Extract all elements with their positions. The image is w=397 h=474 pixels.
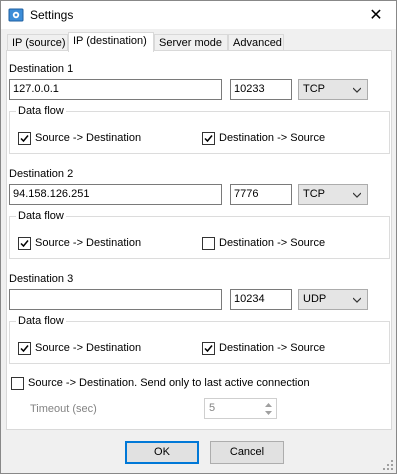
checkmark-icon	[20, 345, 29, 353]
tab-panel-ip-destination: Destination 1 127.0.0.1 10233 TCP Data f…	[6, 50, 392, 430]
timeout-label: Timeout (sec)	[30, 403, 97, 415]
protocol-value: TCP	[303, 188, 325, 200]
checkmark-icon	[20, 135, 29, 143]
last-active-connection-label: Source -> Destination. Send only to last…	[28, 377, 310, 389]
cancel-button[interactable]: Cancel	[210, 441, 284, 464]
destination-3-label: Destination 3	[9, 273, 74, 285]
resize-grip-icon[interactable]	[382, 459, 394, 471]
destination-3-protocol-select[interactable]: UDP	[298, 289, 368, 310]
protocol-value: UDP	[303, 293, 327, 305]
chevron-down-icon	[353, 297, 361, 303]
timeout-value: 5	[209, 402, 216, 414]
tab-label: IP (destination)	[73, 35, 147, 47]
dst-to-src-label: Destination -> Source	[219, 237, 326, 249]
destination-1-port-input[interactable]: 10233	[230, 79, 292, 100]
destination-1-address-input[interactable]: 127.0.0.1	[9, 79, 222, 100]
protocol-value: TCP	[303, 83, 325, 95]
destination-2-dst-to-src-checkbox[interactable]	[202, 237, 215, 250]
data-flow-legend: Data flow	[16, 315, 66, 327]
destination-2-protocol-select[interactable]: TCP	[298, 184, 368, 205]
dst-to-src-label: Destination -> Source	[219, 342, 326, 354]
destination-1-src-to-dst-checkbox[interactable]	[18, 132, 31, 145]
destination-3-address-input[interactable]	[9, 289, 222, 310]
checkmark-icon	[204, 135, 213, 143]
spin-down-icon[interactable]	[262, 408, 275, 417]
destination-1-protocol-select[interactable]: TCP	[298, 79, 368, 100]
tab-ip-destination[interactable]: IP (destination)	[68, 32, 154, 52]
destination-2-data-flow-group: Data flow Source -> Destination Destinat…	[9, 210, 390, 259]
close-icon: ✕	[369, 7, 383, 24]
last-active-connection-checkbox[interactable]	[11, 377, 24, 390]
destination-2-port-input[interactable]: 7776	[230, 184, 292, 205]
destination-3-dst-to-src-checkbox[interactable]	[202, 342, 215, 355]
window-title: Settings	[30, 8, 74, 22]
ok-button[interactable]: OK	[125, 441, 199, 464]
title-bar: Settings ✕	[1, 1, 396, 29]
destination-2-label: Destination 2	[9, 168, 74, 180]
destination-1-data-flow-group: Data flow Source -> Destination Destinat…	[9, 105, 390, 154]
chevron-down-icon	[353, 192, 361, 198]
timeout-spinner[interactable]: 5	[204, 398, 277, 419]
src-to-dst-label: Source -> Destination	[35, 132, 142, 144]
destination-3-src-to-dst-checkbox[interactable]	[18, 342, 31, 355]
src-to-dst-label: Source -> Destination	[35, 237, 142, 249]
data-flow-legend: Data flow	[16, 210, 66, 222]
tab-advanced[interactable]: Advanced	[228, 34, 284, 51]
data-flow-legend: Data flow	[16, 105, 66, 117]
tab-server-mode[interactable]: Server mode	[154, 34, 228, 51]
src-to-dst-label: Source -> Destination	[35, 342, 142, 354]
tab-strip: IP (source) IP (destination) Server mode…	[7, 32, 387, 52]
destination-2-address-input[interactable]: 94.158.126.251	[9, 184, 222, 205]
tab-label: Advanced	[233, 37, 282, 49]
destination-3-data-flow-group: Data flow Source -> Destination Destinat…	[9, 315, 390, 364]
tab-ip-source[interactable]: IP (source)	[7, 34, 68, 51]
destination-2-src-to-dst-checkbox[interactable]	[18, 237, 31, 250]
settings-window: Settings ✕ IP (source) IP (destination) …	[0, 0, 397, 474]
tab-label: Server mode	[159, 37, 222, 49]
destination-1-dst-to-src-checkbox[interactable]	[202, 132, 215, 145]
app-settings-icon	[8, 8, 24, 22]
chevron-down-icon	[353, 87, 361, 93]
tab-label: IP (source)	[12, 37, 66, 49]
dst-to-src-label: Destination -> Source	[219, 132, 326, 144]
destination-3-port-input[interactable]: 10234	[230, 289, 292, 310]
checkmark-icon	[20, 240, 29, 248]
close-button[interactable]: ✕	[356, 1, 396, 29]
destination-1-label: Destination 1	[9, 63, 74, 75]
checkmark-icon	[204, 345, 213, 353]
